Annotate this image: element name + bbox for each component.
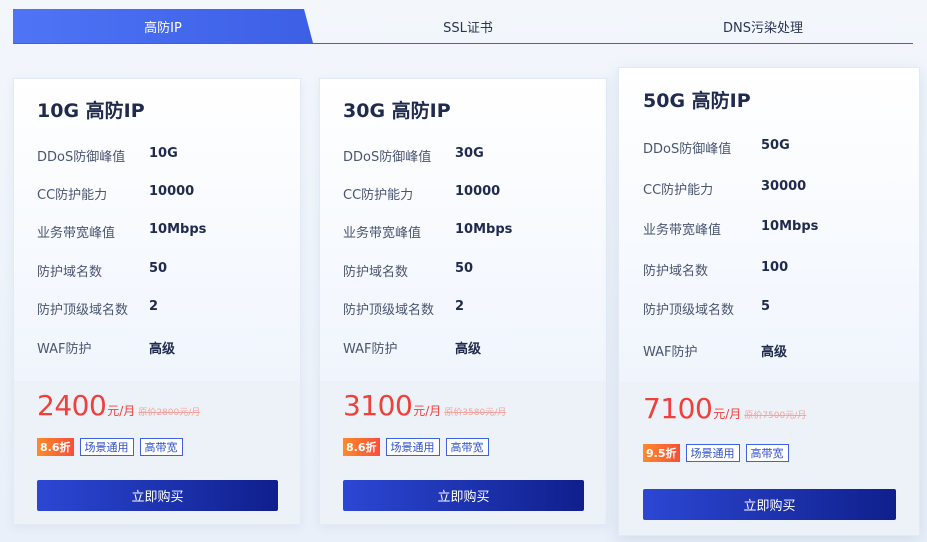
plan-tags: 8.6折 场景通用 高带宽 (343, 438, 489, 456)
plan-card-30g: 30G 高防IP DDoS防御峰值 30G CC防护能力 10000 业务带宽峰… (319, 78, 607, 525)
tag-general: 场景通用 (79, 438, 134, 456)
spec-label: 防护域名数 (643, 264, 709, 279)
spec-label: 防护顶级域名数 (643, 303, 735, 318)
spec-label: WAF防护 (343, 342, 398, 357)
spec-label: DDoS防御峰值 (643, 142, 732, 157)
spec-value: 2 (149, 299, 159, 314)
price-unit: 元/月 (107, 404, 136, 418)
spec-label: 业务带宽峰值 (37, 226, 116, 241)
spec-label: 防护域名数 (37, 265, 103, 280)
spec-label: 防护顶级域名数 (37, 303, 129, 318)
spec-value: 30000 (761, 179, 807, 194)
plan-tags: 9.5折 场景通用 高带宽 (643, 444, 789, 462)
spec-value: 高级 (455, 342, 482, 357)
spec-label: WAF防护 (643, 345, 698, 360)
buy-now-button[interactable]: 立即购买 (643, 489, 896, 520)
spec-label: CC防护能力 (643, 183, 714, 198)
tab-ssl-certificate[interactable]: SSL证书 (393, 9, 543, 43)
spec-value: 5 (761, 299, 771, 314)
price: 2400 元/月 原价2800元/月 (37, 389, 200, 422)
spec-value: 10Mbps (455, 222, 513, 237)
original-price: 原价2800元/月 (138, 408, 201, 418)
discount-badge: 8.6折 (37, 438, 74, 456)
spec-value: 50G (761, 138, 790, 153)
spec-value: 10000 (149, 184, 195, 199)
original-price: 原价7500元/月 (744, 411, 807, 421)
discount-badge: 9.5折 (643, 444, 680, 462)
plan-specs: 50G 高防IP DDoS防御峰值 50G CC防护能力 30000 业务带宽峰… (619, 68, 919, 382)
tag-general: 场景通用 (385, 438, 440, 456)
price-unit: 元/月 (413, 404, 442, 418)
spec-value: 10000 (455, 184, 501, 199)
spec-value: 10G (149, 146, 178, 161)
tag-high-bandwidth: 高带宽 (745, 444, 789, 462)
spec-label: WAF防护 (37, 342, 92, 357)
plan-card-10g: 10G 高防IP DDoS防御峰值 10G CC防护能力 10000 业务带宽峰… (13, 78, 301, 525)
tag-general: 场景通用 (685, 444, 740, 462)
plan-tags: 8.6折 场景通用 高带宽 (37, 438, 183, 456)
spec-label: CC防护能力 (37, 188, 108, 203)
spec-label: CC防护能力 (343, 188, 414, 203)
spec-label: 业务带宽峰值 (343, 226, 422, 241)
plan-title: 10G 高防IP (37, 100, 145, 122)
spec-label: 防护顶级域名数 (343, 303, 435, 318)
tab-dns-pollution[interactable]: DNS污染处理 (683, 9, 843, 43)
spec-label: 防护域名数 (343, 265, 409, 280)
price-amount: 2400 (37, 389, 107, 422)
plan-specs: 10G 高防IP DDoS防御峰值 10G CC防护能力 10000 业务带宽峰… (14, 79, 300, 381)
product-tabs: 高防IP SSL证书 DNS污染处理 (13, 9, 913, 44)
spec-value: 50 (455, 261, 474, 276)
plan-pricing: 2400 元/月 原价2800元/月 8.6折 场景通用 高带宽 立即购买 (14, 381, 300, 524)
buy-now-button[interactable]: 立即购买 (37, 480, 278, 511)
plan-pricing: 7100 元/月 原价7500元/月 9.5折 场景通用 高带宽 立即购买 (619, 382, 919, 535)
price-unit: 元/月 (713, 407, 742, 421)
original-price: 原价3580元/月 (444, 408, 507, 418)
spec-value: 高级 (149, 342, 176, 357)
spec-value: 100 (761, 260, 789, 275)
price: 3100 元/月 原价3580元/月 (343, 389, 506, 422)
discount-badge: 8.6折 (343, 438, 380, 456)
price-amount: 7100 (643, 392, 713, 425)
plan-title: 50G 高防IP (643, 90, 751, 112)
tab-anti-ddos-ip[interactable]: 高防IP (13, 9, 313, 43)
tag-high-bandwidth: 高带宽 (445, 438, 489, 456)
spec-label: 业务带宽峰值 (643, 223, 722, 238)
spec-value: 10Mbps (761, 219, 819, 234)
plan-pricing: 3100 元/月 原价3580元/月 8.6折 场景通用 高带宽 立即购买 (320, 381, 606, 524)
spec-value: 10Mbps (149, 222, 207, 237)
spec-label: DDoS防御峰值 (343, 150, 432, 165)
price: 7100 元/月 原价7500元/月 (643, 392, 806, 425)
plan-specs: 30G 高防IP DDoS防御峰值 30G CC防护能力 10000 业务带宽峰… (320, 79, 606, 381)
spec-label: DDoS防御峰值 (37, 150, 126, 165)
spec-value: 50 (149, 261, 168, 276)
tag-high-bandwidth: 高带宽 (139, 438, 183, 456)
spec-value: 2 (455, 299, 465, 314)
plan-title: 30G 高防IP (343, 100, 451, 122)
spec-value: 30G (455, 146, 484, 161)
buy-now-button[interactable]: 立即购买 (343, 480, 584, 511)
plan-card-50g: 50G 高防IP DDoS防御峰值 50G CC防护能力 30000 业务带宽峰… (618, 67, 920, 536)
price-amount: 3100 (343, 389, 413, 422)
spec-value: 高级 (761, 345, 788, 360)
